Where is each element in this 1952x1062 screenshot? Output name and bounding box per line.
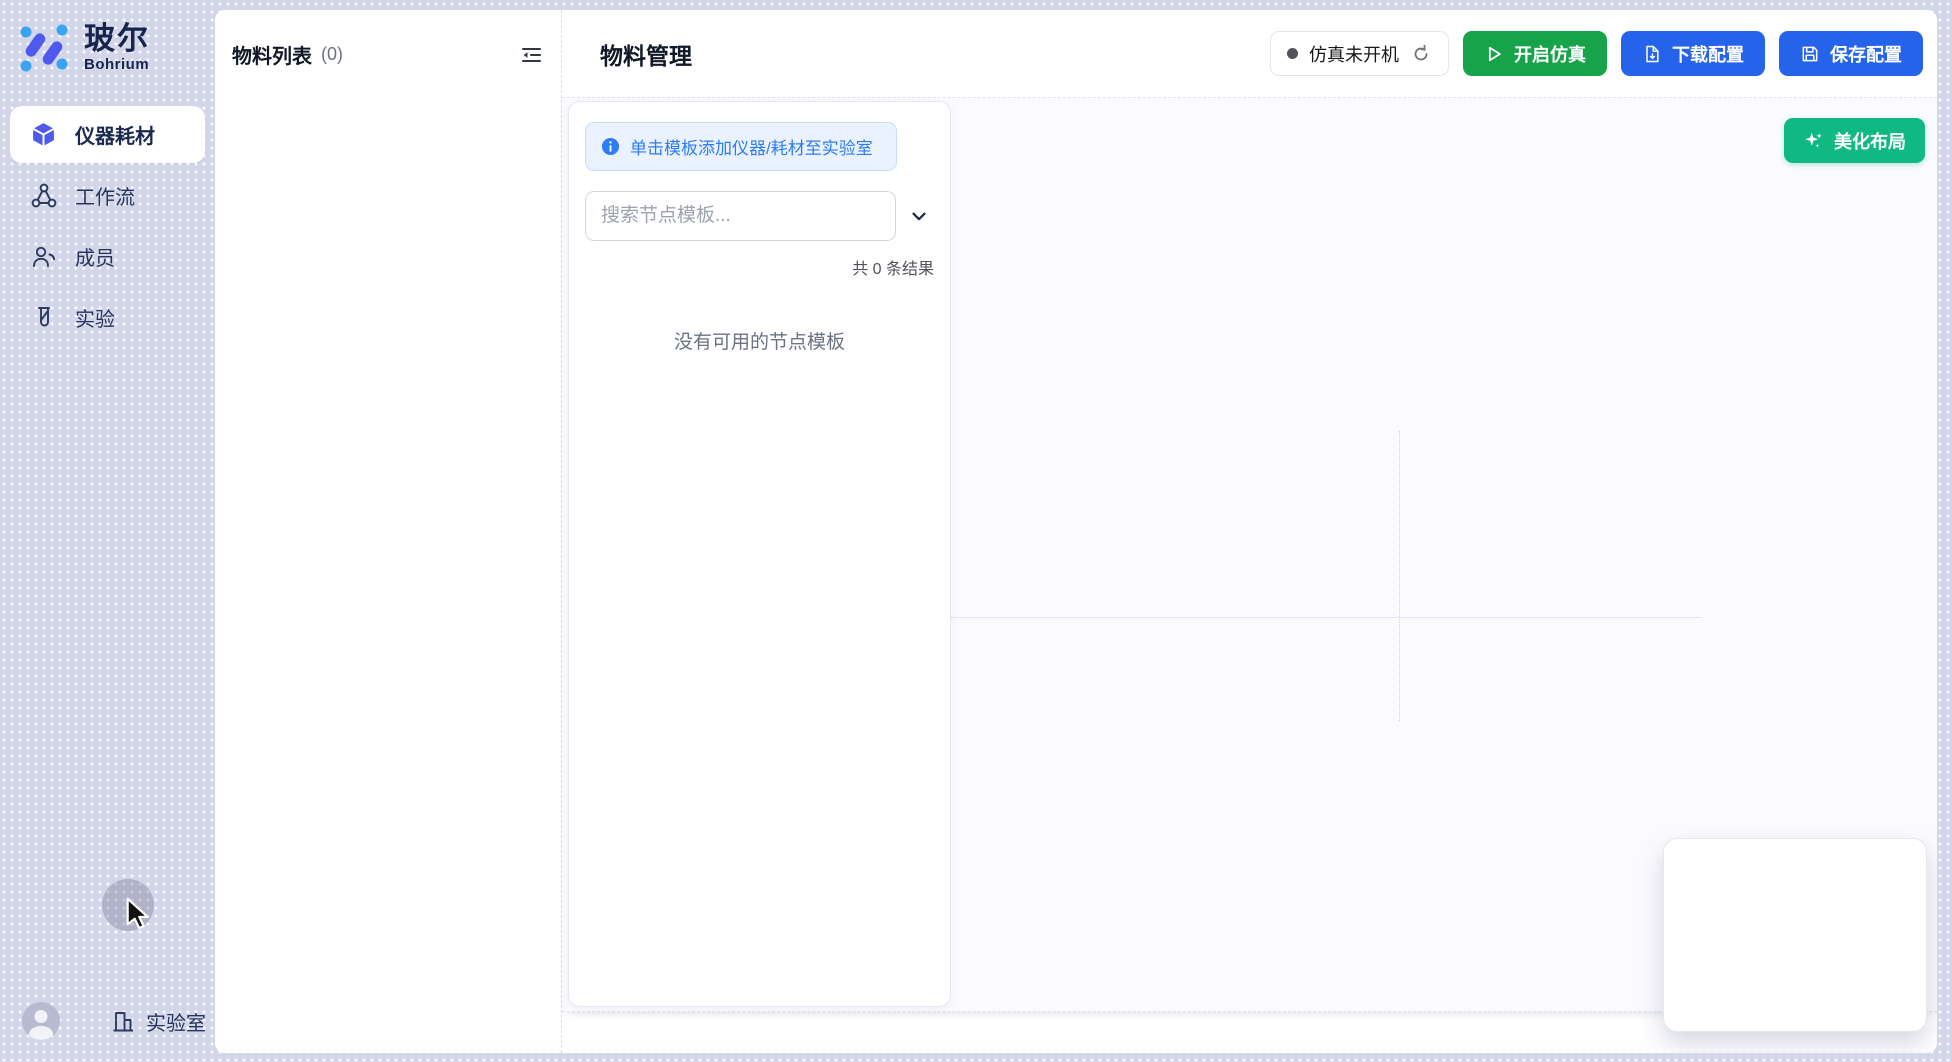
sidebar-item-experiments[interactable]: 实验: [10, 289, 205, 346]
sidebar-item-instruments[interactable]: 仪器耗材: [10, 106, 205, 163]
canvas-minimap[interactable]: [1663, 838, 1927, 1032]
workflow-icon: [30, 182, 57, 209]
canvas-guide-line-horizontal: [951, 617, 1701, 618]
status-label: 仿真未开机: [1309, 41, 1399, 67]
template-search-input[interactable]: [585, 191, 896, 241]
cube-icon: [30, 121, 57, 148]
info-banner: 单击模板添加仪器/耗材至实验室: [585, 122, 897, 171]
empty-template-message: 没有可用的节点模板: [585, 327, 934, 354]
result-count: 共 0 条结果: [585, 255, 934, 279]
info-banner-text: 单击模板添加仪器/耗材至实验室: [630, 134, 873, 159]
chevron-down-icon: [908, 205, 930, 227]
materials-panel-title: 物料列表: [232, 40, 312, 69]
save-icon: [1800, 44, 1820, 64]
sparkles-icon: [1803, 130, 1824, 151]
materials-count: (0): [321, 44, 343, 65]
refresh-status-button[interactable]: [1410, 43, 1432, 65]
main-area: 物料管理 仿真未开机 开启仿真: [562, 10, 1937, 1053]
members-icon: [30, 243, 57, 270]
page-title: 物料管理: [600, 37, 692, 71]
sidebar-nav: 仪器耗材 工作流 成员: [0, 106, 215, 346]
expand-filters-button[interactable]: [904, 201, 934, 231]
sidebar-item-label: 实验: [75, 303, 115, 332]
sidebar-item-workflow[interactable]: 工作流: [10, 167, 205, 224]
test-tube-icon: [30, 304, 57, 331]
simulation-status-badge: 仿真未开机: [1270, 31, 1449, 76]
beautify-layout-button[interactable]: 美化布局: [1784, 118, 1925, 163]
user-avatar[interactable]: [22, 1002, 60, 1040]
brand-logo: 玻尔 Bohrium: [0, 0, 215, 74]
brand-subtitle: Bohrium: [84, 56, 150, 73]
bohrium-logo-icon: [18, 22, 70, 74]
sidebar-item-label: 成员: [75, 242, 115, 271]
sidebar: 玻尔 Bohrium 仪器耗材 工作流: [0, 0, 215, 1062]
header-actions: 仿真未开机 开启仿真: [1270, 31, 1923, 76]
node-template-panel: 单击模板添加仪器/耗材至实验室 共 0 条结果 没有可用的节点模板: [568, 101, 951, 1007]
sidebar-item-label: 仪器耗材: [75, 120, 155, 149]
sidebar-item-label: 工作流: [75, 181, 135, 210]
main-window: 物料列表 (0) 物料管理 仿真未开机: [215, 10, 1937, 1053]
refresh-icon: [1411, 44, 1431, 64]
lab-switcher[interactable]: 实验室: [110, 1007, 206, 1036]
lab-switcher-label: 实验室: [146, 1007, 206, 1036]
page-header: 物料管理 仿真未开机 开启仿真: [562, 10, 1937, 98]
save-config-button[interactable]: 保存配置: [1779, 31, 1923, 76]
play-icon: [1484, 44, 1504, 64]
canvas-guide-line-vertical: [1399, 431, 1400, 721]
status-dot-icon: [1287, 48, 1298, 59]
building-icon: [110, 1008, 136, 1035]
start-simulation-button[interactable]: 开启仿真: [1463, 31, 1607, 76]
sidebar-user-row: 实验室: [0, 1002, 215, 1040]
materials-panel: 物料列表 (0): [215, 10, 561, 1053]
collapse-panel-button[interactable]: [517, 41, 545, 69]
sidebar-item-members[interactable]: 成员: [10, 228, 205, 285]
file-download-icon: [1642, 44, 1662, 64]
info-icon: [601, 137, 620, 156]
collapse-panel-icon: [519, 43, 543, 67]
brand-title: 玻尔: [84, 23, 150, 56]
download-config-button[interactable]: 下载配置: [1621, 31, 1765, 76]
